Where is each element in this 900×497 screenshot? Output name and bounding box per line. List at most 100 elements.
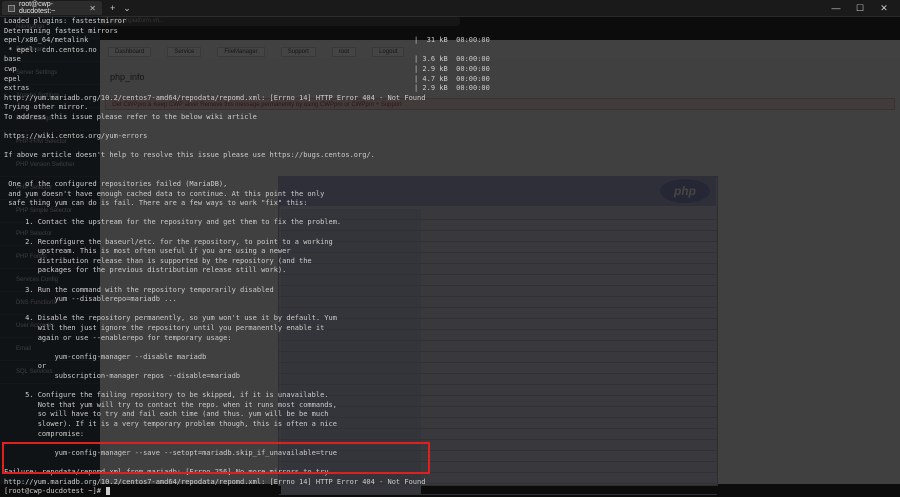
terminal-line-text: http://yum.mariadb.org/10.2/centos7-amd6…	[4, 93, 426, 102]
terminal-line-text: Note that yum will try to contact the re…	[4, 400, 337, 409]
terminal-tab[interactable]: root@cwp-ducdotest:~ ✕	[2, 1, 102, 15]
terminal-line: and yum doesn't have enough cached data …	[4, 190, 896, 200]
terminal-line: Note that yum will try to contact the re…	[4, 401, 896, 411]
terminal-line-text: subscription-manager repos --disable=mar…	[4, 371, 241, 380]
terminal-line: 2. Reconfigure the baseurl/etc. for the …	[4, 238, 896, 248]
terminal-line-text: packages for the previous distribution r…	[4, 266, 287, 275]
terminal-line: epel | 4.7 kB 00:00:00	[4, 75, 896, 85]
terminal-line: 5. Configure the failing repository to b…	[4, 391, 896, 401]
terminal-line-text: yum --disablerepo=mariadb ...	[4, 295, 177, 304]
terminal-line-text: Trying other mirror.	[4, 103, 89, 112]
terminal-line: To address this issue please refer to th…	[4, 113, 896, 123]
terminal-line-text: distribution release than is supported b…	[4, 256, 312, 265]
tab-title: root@cwp-ducdotest:~	[19, 1, 56, 15]
terminal-line-status: | 31 kB 00:00:00	[414, 36, 490, 45]
terminal-line-text: extras	[4, 84, 30, 93]
terminal-line-text: again or use --enablerepo for temporary …	[4, 333, 232, 342]
terminal-line: distribution release than is supported b…	[4, 257, 896, 267]
minimize-button[interactable]: —	[824, 0, 848, 16]
terminal-line-text: will then just ignore the repository unt…	[4, 324, 325, 332]
terminal-line-text: epel	[4, 74, 21, 83]
terminal-output[interactable]: Loaded plugins: fastestmirror Determining…	[4, 17, 896, 497]
terminal-prompt-line[interactable]: [root@cwp-ducdotest ~]#	[4, 487, 896, 497]
terminal-line-text: One of the configured repositories faile…	[4, 180, 228, 189]
terminal-line: 3. Run the command with the repository t…	[4, 286, 896, 296]
terminal-line: epel/x86_64/metalink | 31 kB 00:00:00	[4, 36, 896, 46]
terminal-line-text: base	[4, 55, 21, 64]
terminal-line-status: | 2.9 kB 00:00:00	[414, 84, 490, 93]
terminal-line-text: 4. Disable the repository permanently, s…	[4, 314, 337, 323]
terminal-line-text: To address this issue please refer to th…	[4, 112, 257, 121]
terminal-line-text: 2. Reconfigure the baseurl/etc. for the …	[4, 237, 333, 246]
terminal-line-text: 1. Contact the upstream for the reposito…	[4, 218, 342, 227]
error-highlight-box	[2, 442, 430, 474]
close-window-button[interactable]: ✕	[872, 0, 896, 16]
terminal-line: extras | 2.9 kB 00:00:00	[4, 84, 896, 94]
terminal-line-text: Loaded plugins: fastestmirror	[4, 17, 127, 25]
terminal-line: safe thing yum can do is fail. There are…	[4, 199, 896, 209]
terminal-titlebar: root@cwp-ducdotest:~ ✕ + ⌄ — ☐ ✕	[0, 0, 900, 17]
terminal-line-text: slower). If it is a very temporary probl…	[4, 419, 337, 428]
terminal-line-text: yum-config-manager --disable mariadb	[4, 352, 207, 361]
terminal-line-text: and yum doesn't have enough cached data …	[4, 189, 325, 198]
terminal-line: subscription-manager repos --disable=mar…	[4, 372, 896, 382]
terminal-line: packages for the previous distribution r…	[4, 266, 896, 276]
tab-close-icon[interactable]: ✕	[89, 4, 96, 13]
terminal-line: slower). If it is a very temporary probl…	[4, 420, 896, 430]
terminal-line-text: cwp	[4, 64, 17, 73]
terminal-line: 1. Contact the upstream for the reposito…	[4, 218, 896, 228]
terminal-line: or	[4, 362, 896, 372]
terminal-line: upstream. This is most often useful if y…	[4, 247, 896, 257]
terminal-line-text: epel/x86_64/metalink	[4, 36, 89, 45]
terminal-line-text: Determining fastest mirrors	[4, 26, 118, 35]
terminal-line-text: 5. Configure the failing repository to b…	[4, 391, 329, 400]
maximize-button[interactable]: ☐	[848, 0, 872, 16]
shell-prompt: [root@cwp-ducdotest ~]#	[4, 487, 106, 496]
tab-dropdown-icon[interactable]: ⌄	[123, 3, 131, 14]
terminal-line: https://wiki.centos.org/yum-errors	[4, 132, 896, 142]
terminal-line-text: compromise:	[4, 429, 85, 438]
terminal-line: 4. Disable the repository permanently, s…	[4, 314, 896, 324]
terminal-line-text: or	[4, 362, 47, 371]
text-cursor	[106, 487, 111, 496]
terminal-line-status: | 4.7 kB 00:00:00	[414, 74, 490, 83]
terminal-icon	[8, 4, 15, 12]
terminal-line: If above article doesn't help to resolve…	[4, 151, 896, 161]
terminal-line: Loaded plugins: fastestmirror	[4, 17, 896, 27]
terminal-line-status: | 2.9 kB 00:00:00	[414, 64, 490, 73]
terminal-line: http://yum.mariadb.org/10.2/centos7-amd6…	[4, 478, 896, 488]
new-tab-button[interactable]: +	[110, 3, 115, 13]
terminal-line: base | 3.6 kB 00:00:00	[4, 55, 896, 65]
terminal-line-text: 3. Run the command with the repository t…	[4, 285, 274, 294]
terminal-line-text: safe thing yum can do is fail. There are…	[4, 199, 308, 208]
window-controls: — ☐ ✕	[824, 0, 896, 16]
terminal-line: compromise:	[4, 430, 896, 440]
terminal-line: Trying other mirror.	[4, 103, 896, 113]
terminal-line-status: | 3.6 kB 00:00:00	[414, 55, 490, 64]
terminal-line: will then just ignore the repository unt…	[4, 324, 896, 334]
terminal-line-text: https://wiki.centos.org/yum-errors	[4, 132, 148, 141]
terminal-line: cwp | 2.9 kB 00:00:00	[4, 65, 896, 75]
terminal-line-text: http://yum.mariadb.org/10.2/centos7-amd6…	[4, 477, 426, 486]
terminal-line-text: * epel: cdn.centos.no	[4, 45, 97, 54]
terminal-line: again or use --enablerepo for temporary …	[4, 334, 896, 344]
terminal-line: yum-config-manager --disable mariadb	[4, 353, 896, 363]
terminal-line: One of the configured repositories faile…	[4, 180, 896, 190]
terminal-line: yum --disablerepo=mariadb ...	[4, 295, 896, 305]
terminal-line: http://yum.mariadb.org/10.2/centos7-amd6…	[4, 94, 896, 104]
terminal-line-text: upstream. This is most often useful if y…	[4, 247, 291, 256]
terminal-line: * epel: cdn.centos.no	[4, 46, 896, 56]
terminal-line: so will have to try and fail each time (…	[4, 410, 896, 420]
terminal-line-text: so will have to try and fail each time (…	[4, 410, 329, 419]
terminal-line: Determining fastest mirrors	[4, 27, 896, 37]
terminal-line-text: If above article doesn't help to resolve…	[4, 151, 375, 160]
